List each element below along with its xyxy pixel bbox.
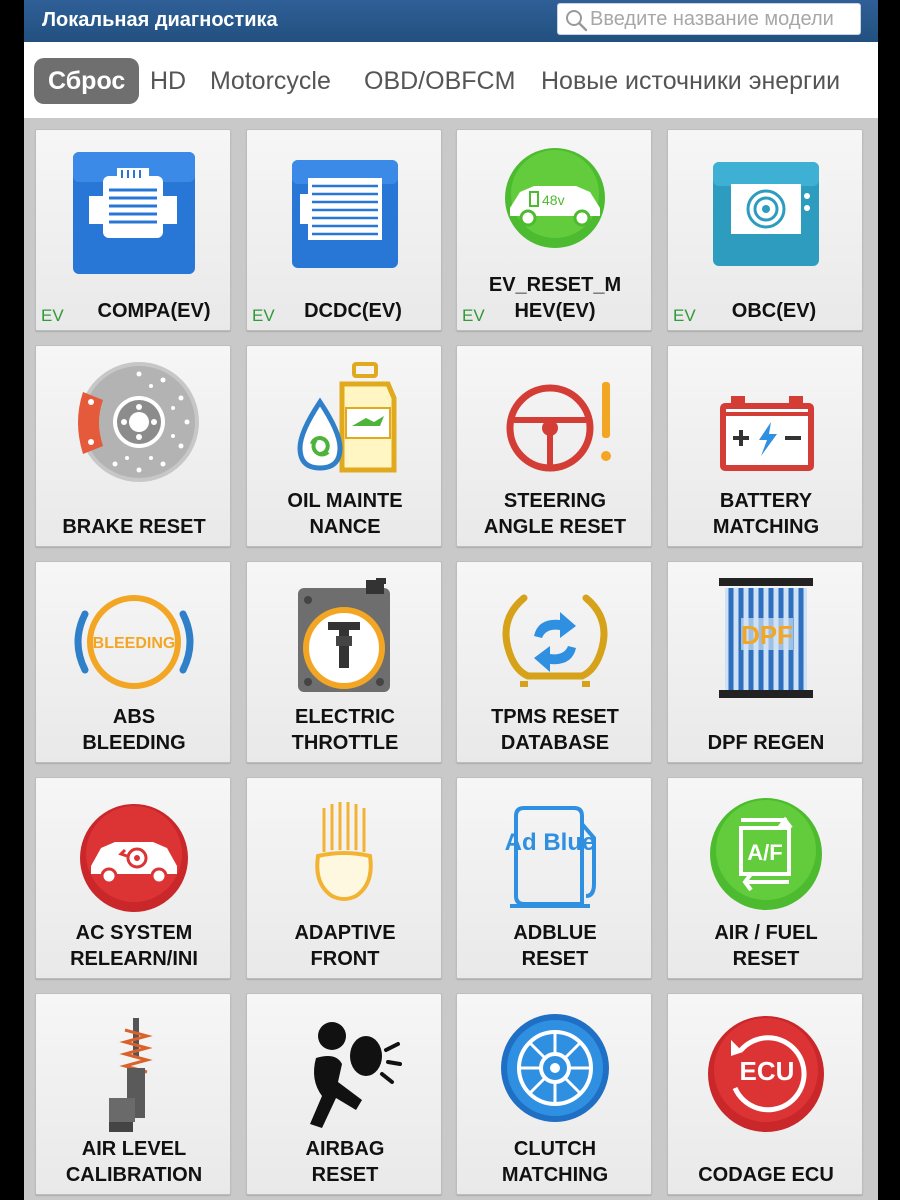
tile-brake-reset[interactable]: BRAKE RESET bbox=[35, 345, 231, 547]
tile-label: TPMS RESET DATABASE bbox=[491, 706, 619, 754]
tile-clutch-matching[interactable]: CLUTCH MATCHING bbox=[456, 993, 652, 1195]
ecu-coding-icon: ECU bbox=[708, 1016, 824, 1132]
tile-dpf-regen[interactable]: DPF DPF REGEN bbox=[667, 561, 863, 763]
tile-abs-bleeding[interactable]: BLEEDING ABS BLEEDING bbox=[35, 561, 231, 763]
tile-label: EV_RESET_M HEV(EV) bbox=[488, 274, 622, 322]
icon-dpf-text: DPF bbox=[741, 620, 793, 650]
tile-label: ELECTRIC THROTTLE bbox=[291, 706, 399, 754]
tab-motorcycle[interactable]: Motorcycle bbox=[210, 60, 331, 102]
tile-label: CODAGE ECU bbox=[698, 1164, 834, 1186]
ev-48v-car-icon: 48v bbox=[505, 148, 605, 248]
category-tabs: Сброс HD Motorcycle OBD/OBFCM Новые исто… bbox=[24, 42, 878, 118]
tab-new-energy[interactable]: Новые источники энергии bbox=[541, 60, 840, 102]
tile-label: DCDC(EV) bbox=[304, 300, 402, 322]
tile-dcdc-ev[interactable]: EV DCDC(EV) bbox=[246, 129, 442, 331]
tile-ac-system[interactable]: AC SYSTEM RELEARN/INI bbox=[35, 777, 231, 979]
oil-bottle-icon bbox=[297, 362, 397, 473]
tile-label: ABS BLEEDING bbox=[82, 706, 186, 754]
onboard-charger-icon bbox=[713, 162, 819, 266]
tile-oil-maintenance[interactable]: OIL MAINTE NANCE bbox=[246, 345, 442, 547]
icon-af-text: A/F bbox=[747, 840, 782, 865]
tile-airbag-reset[interactable]: AIRBAG RESET bbox=[246, 993, 442, 1195]
dcdc-converter-icon bbox=[292, 160, 398, 268]
tile-steering-angle-reset[interactable]: STEERING ANGLE RESET bbox=[456, 345, 652, 547]
tile-label: BRAKE RESET bbox=[62, 516, 206, 538]
clutch-disc-icon bbox=[501, 1014, 609, 1122]
tile-ev-reset-mhev[interactable]: 48v EV EV_RESET_M HEV(EV) bbox=[456, 129, 652, 331]
tile-adblue-reset[interactable]: Ad Blue ADBLUE RESET bbox=[456, 777, 652, 979]
abs-bleeding-icon: BLEEDING bbox=[74, 595, 194, 689]
tab-hd[interactable]: HD bbox=[150, 60, 186, 102]
tile-label: STEERING ANGLE RESET bbox=[483, 490, 627, 538]
tile-obc-ev[interactable]: EV OBC(EV) bbox=[667, 129, 863, 331]
throttle-body-icon bbox=[298, 578, 390, 692]
tile-label: BATTERY MATCHING bbox=[712, 490, 820, 538]
tile-battery-matching[interactable]: BATTERY MATCHING bbox=[667, 345, 863, 547]
car-battery-icon bbox=[720, 396, 814, 471]
adblue-pump-icon: Ad Blue bbox=[505, 806, 596, 908]
icon-bleeding-text: BLEEDING bbox=[93, 635, 176, 652]
app-screen: Локальная диагностика Сброс HD Motorcycl… bbox=[24, 0, 878, 1200]
title-bar: Локальная диагностика bbox=[24, 0, 878, 42]
headlight-icon bbox=[315, 802, 373, 901]
tile-air-level-calibration[interactable]: AIR LEVEL CALIBRATION bbox=[35, 993, 231, 1195]
icon-48v-text: 48v bbox=[542, 192, 565, 208]
tile-label: AC SYSTEM RELEARN/INI bbox=[70, 922, 198, 970]
tile-codage-ecu[interactable]: ECU CODAGE ECU bbox=[667, 993, 863, 1195]
ev-compressor-icon bbox=[73, 152, 195, 274]
tab-obd-obfcm[interactable]: OBD/OBFCM bbox=[364, 60, 515, 102]
tile-label: ADAPTIVE FRONT bbox=[294, 922, 396, 970]
model-search-box[interactable] bbox=[557, 3, 861, 35]
airbag-icon bbox=[310, 1022, 402, 1128]
tile-label: ADBLUE RESET bbox=[513, 922, 597, 970]
tile-label: DPF REGEN bbox=[707, 732, 825, 754]
page-title: Локальная диагностика bbox=[42, 9, 278, 31]
ac-car-icon bbox=[80, 804, 188, 912]
tile-compa-ev[interactable]: EV COMPA(EV) bbox=[35, 129, 231, 331]
tile-label: COMPA(EV) bbox=[97, 300, 211, 322]
steering-wheel-warning-icon bbox=[506, 382, 611, 472]
tile-label: AIR LEVEL CALIBRATION bbox=[65, 1138, 203, 1186]
icon-adblue-text: Ad Blue bbox=[505, 829, 596, 856]
tile-adaptive-front[interactable]: ADAPTIVE FRONT bbox=[246, 777, 442, 979]
air-fuel-icon: A/F bbox=[710, 798, 822, 910]
tile-label: AIRBAG RESET bbox=[305, 1138, 385, 1186]
function-grid: EV COMPA(EV) EV DCDC(EV) 48v EV EV_RESET… bbox=[24, 118, 878, 1200]
search-input[interactable] bbox=[590, 6, 856, 32]
tab-reset[interactable]: Сброс bbox=[34, 58, 140, 104]
tile-label: OIL MAINTE NANCE bbox=[287, 490, 403, 538]
icon-ecu-text: ECU bbox=[740, 1056, 795, 1086]
brake-disc-icon bbox=[78, 362, 199, 482]
dpf-filter-icon: DPF bbox=[719, 578, 813, 698]
tile-label: OBC(EV) bbox=[731, 300, 817, 322]
tile-label: AIR / FUEL RESET bbox=[714, 922, 818, 970]
tile-label: CLUTCH MATCHING bbox=[501, 1138, 609, 1186]
tile-electric-throttle[interactable]: ELECTRIC THROTTLE bbox=[246, 561, 442, 763]
tile-air-fuel-reset[interactable]: A/F AIR / FUEL RESET bbox=[667, 777, 863, 979]
air-suspension-icon bbox=[109, 1018, 153, 1132]
tpms-tire-icon bbox=[502, 594, 608, 687]
tile-tpms-reset[interactable]: TPMS RESET DATABASE bbox=[456, 561, 652, 763]
search-icon bbox=[566, 10, 588, 32]
